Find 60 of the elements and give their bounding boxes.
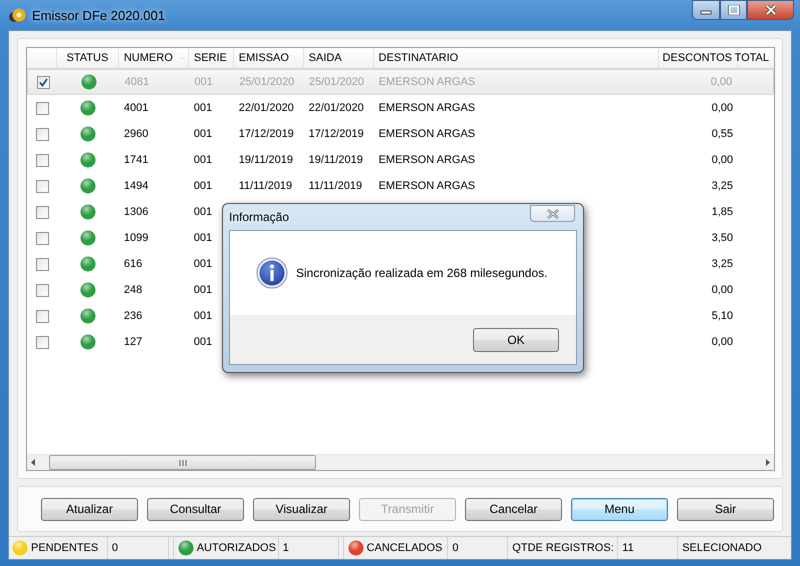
table-cell: 1,85 (712, 206, 734, 218)
table-cell: 25/01/2020 (239, 76, 294, 88)
table-cell: 0,00 (712, 336, 734, 348)
status-count: 0 (112, 542, 118, 554)
table-cell: 22/01/2020 (308, 102, 364, 114)
table-cell: 4081 (124, 76, 150, 88)
table-cell: 616 (124, 258, 142, 270)
dialog-message: Sincronização realizada em 268 milesegundos. (296, 266, 548, 280)
table-cell: 001 (194, 336, 212, 348)
table-cell: 001 (194, 310, 212, 322)
table-cell: EMERSON ARGAS (378, 154, 476, 166)
table-cell: 3,25 (712, 258, 734, 270)
status-label: PENDENTES (31, 542, 98, 554)
table-cell: 19/11/2019 (308, 154, 363, 166)
table-cell: 001 (194, 102, 212, 114)
table-cell: 25/01/2020 (308, 76, 364, 88)
status-count: 1 (282, 542, 289, 554)
table-cell: 5,10 (712, 310, 734, 322)
table-cell: 2960 (124, 128, 148, 140)
table-cell: EMERSON ARGAS (378, 102, 476, 114)
table-cell: 11/11/2019 (308, 180, 362, 192)
window-title: Emissor DFe 2020.001 (32, 8, 165, 22)
table-cell: 001 (194, 284, 212, 296)
table-cell: 1741 (124, 154, 148, 166)
table-cell: 1306 (124, 206, 148, 218)
table-cell: 001 (194, 258, 212, 270)
status-count: 11 (622, 542, 634, 554)
table-cell: 001 (194, 232, 212, 244)
table-cell: 001 (194, 154, 212, 166)
table-cell: 001 (194, 180, 212, 192)
table-cell: 236 (124, 310, 142, 322)
table-cell: 3,50 (712, 232, 734, 244)
table-cell: 1494 (124, 180, 148, 192)
table-cell: 127 (124, 336, 142, 348)
table-cell: 22/01/2020 (238, 102, 294, 114)
table-cell: EMERSON ARGAS (378, 76, 476, 88)
dialog-title: Informação (229, 210, 290, 224)
table-cell: 11/11/2019 (238, 180, 292, 192)
table-cell: EMERSON ARGAS (378, 180, 476, 192)
status-label: AUTORIZADOS (196, 542, 276, 554)
table-cell: 001 (194, 128, 212, 140)
table-cell: 17/12/2019 (308, 128, 364, 140)
table-cell: 248 (124, 284, 142, 296)
table-cell: 4001 (124, 102, 148, 114)
table-cell: EMERSON ARGAS (378, 128, 476, 140)
table-cell: 0,00 (712, 154, 734, 166)
table-cell: 17/12/2019 (238, 128, 294, 140)
table-cell: 0,00 (712, 102, 734, 114)
table-cell: 001 (194, 76, 213, 88)
table-cell: 0,00 (712, 284, 734, 296)
status-label: CANCELADOS (366, 542, 442, 554)
status-count: 0 (452, 542, 459, 554)
table-cell: 001 (194, 206, 212, 218)
table-cell: 3,25 (712, 180, 734, 192)
status-label: QTDE REGISTROS: (512, 542, 614, 554)
table-cell: 1099 (124, 232, 148, 244)
table-cell: 0,55 (712, 128, 734, 140)
table-cell: 19/11/2019 (238, 154, 293, 166)
table-cell: 0,00 (710, 76, 732, 88)
status-label: SELECIONADO (682, 542, 762, 554)
